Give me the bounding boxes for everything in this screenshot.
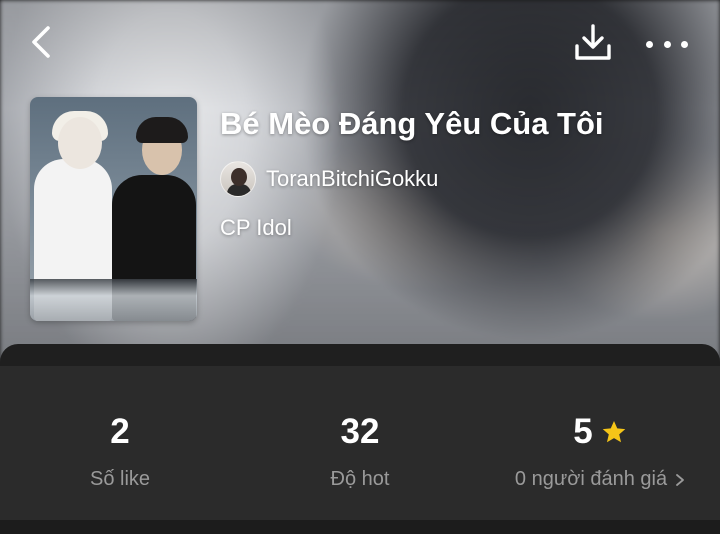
likes-count: 2 — [110, 412, 130, 451]
bottom-divider — [0, 520, 720, 534]
more-horizontal-icon-dot — [663, 40, 671, 48]
story-title: Bé Mèo Đáng Yêu Của Tôi — [220, 106, 604, 141]
stat-rating[interactable]: 5 0 người đánh giá — [480, 366, 720, 520]
stat-hot: 32 Độ hot — [240, 366, 480, 520]
stats-bar: 2 Số like 32 Độ hot 5 0 người đánh giá — [0, 366, 720, 520]
rating-count-row[interactable]: 0 người đánh giá — [480, 468, 720, 491]
avatar — [220, 161, 256, 197]
chevron-right-icon — [676, 473, 684, 486]
rating-value-row: 5 — [480, 412, 720, 452]
cover-railing — [30, 279, 197, 321]
story-cover-image[interactable] — [30, 97, 197, 321]
hot-count: 32 — [340, 412, 380, 451]
cover-face-left — [58, 117, 102, 169]
author-name: ToranBitchiGokku — [266, 166, 439, 191]
story-category[interactable]: CP Idol — [220, 215, 292, 241]
star-icon — [602, 420, 626, 443]
back-button[interactable] — [22, 22, 62, 62]
more-options-button[interactable] — [644, 28, 690, 60]
download-icon — [575, 24, 611, 60]
download-button[interactable] — [572, 22, 614, 64]
cover-hair-right — [136, 117, 188, 143]
author-link[interactable]: ToranBitchiGokku — [220, 161, 438, 197]
rating-value: 5 — [573, 412, 593, 451]
rating-count-label: 0 người đánh giá — [514, 468, 668, 490]
more-horizontal-icon-dot — [646, 40, 653, 48]
hot-label: Độ hot — [330, 468, 390, 490]
likes-label: Số like — [89, 468, 151, 490]
stat-likes: 2 Số like — [0, 366, 240, 520]
chevron-left-icon — [32, 26, 50, 58]
more-horizontal-icon-dot — [681, 40, 688, 48]
avatar-head — [231, 168, 247, 186]
